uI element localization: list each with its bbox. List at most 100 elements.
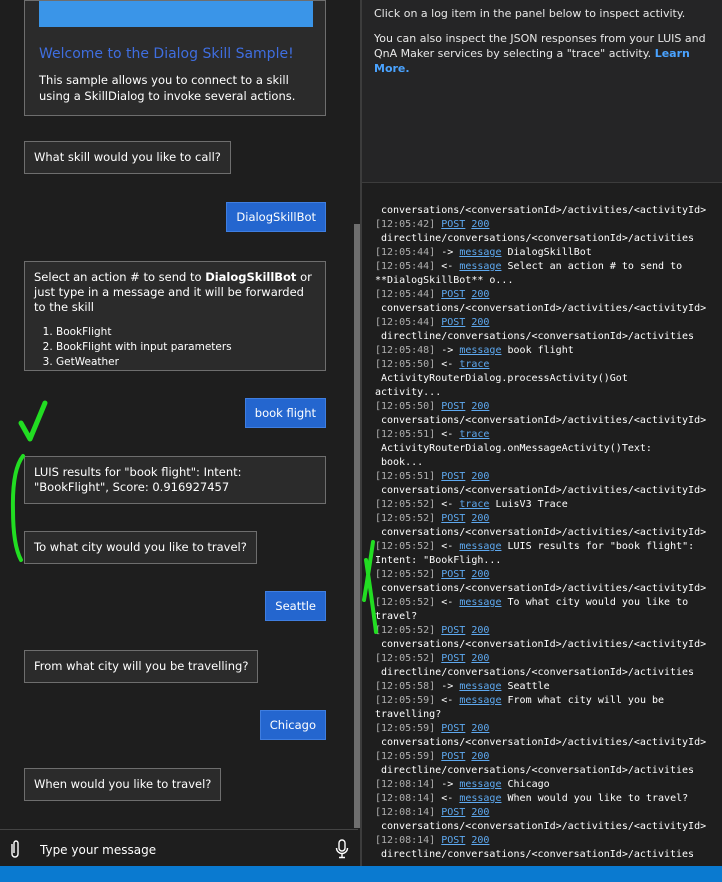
log-entry[interactable]: conversations/<conversationId>/activitie… [366,414,716,428]
log-entry[interactable]: [12:05:44] -> message DialogSkillBot [366,246,716,260]
action-item: BookFlight with input parameters [56,340,316,355]
log-entry[interactable]: conversations/<conversationId>/activitie… [366,820,716,834]
log-activity-link[interactable]: message [459,261,501,272]
log-entry[interactable]: [12:08:14] -> message Chicago [366,778,716,792]
log-activity-link[interactable]: POST [441,807,465,818]
log-entry[interactable]: conversations/<conversationId>/activitie… [366,484,716,498]
log-activity-link[interactable]: POST [441,751,465,762]
log-direction: <- [441,429,454,440]
log-timestamp: [12:05:44] [375,261,436,272]
log-continuation: directline/conversations/<conversationId… [381,667,695,678]
log-activity-link[interactable]: trace [459,429,489,440]
log-entry[interactable]: [12:08:14] POST 200 [366,834,716,848]
log-entry[interactable]: [12:05:51] POST 200 [366,470,716,484]
log-activity-link[interactable]: message [459,779,501,790]
log-entry[interactable]: activity... [366,386,716,400]
log-continuation: activity... [375,387,442,398]
message-input[interactable] [40,841,320,859]
log-entry[interactable]: [12:05:44] POST 200 [366,288,716,302]
log-timestamp: [12:05:50] [375,359,436,370]
log-entry[interactable]: directline/conversations/<conversationId… [366,764,716,778]
log-status-code: 200 [471,317,490,328]
log-entry[interactable]: [12:05:59] POST 200 [366,722,716,736]
log-entry[interactable]: [12:05:44] <- message Select an action #… [366,260,716,288]
log-entry[interactable]: [12:05:52] POST 200 [366,568,716,582]
bot-message-travel-to: To what city would you like to travel? [24,531,257,564]
bot-message-travel-from: From what city will you be travelling? [24,650,259,683]
log-entry[interactable]: conversations/<conversationId>/activitie… [366,526,716,540]
welcome-body: This sample allows you to connect to a s… [39,73,296,103]
log-entry[interactable]: [12:05:44] POST 200 [366,316,716,330]
log-entry[interactable]: conversations/<conversationId>/activitie… [366,204,716,218]
log-entry[interactable]: [12:05:52] POST 200 [366,624,716,638]
log-timestamp: [12:05:52] [375,597,436,608]
log-entry[interactable]: [12:05:50] POST 200 [366,400,716,414]
log-entry[interactable]: [12:05:50] <- trace [366,358,716,372]
message-composer [0,829,358,866]
log-activity-link[interactable]: trace [459,499,489,510]
log-direction: <- [441,597,454,608]
log-entry[interactable]: [12:05:52] <- message LUIS results for "… [366,540,716,568]
welcome-banner-image [39,1,313,27]
log-entry[interactable]: directline/conversations/<conversationId… [366,232,716,246]
chat-transcript: Welcome to the Dialog Skill Sample! This… [0,0,360,866]
log-entry[interactable]: [12:05:52] <- trace LuisV3 Trace [366,498,716,512]
log-direction: <- [441,359,454,370]
log-panel: conversations/<conversationId>/activitie… [366,204,716,866]
log-entry[interactable]: [12:05:59] POST 200 [366,750,716,764]
log-activity-link[interactable]: POST [441,317,465,328]
log-activity-link[interactable]: POST [441,653,465,664]
log-activity-link[interactable]: message [459,695,501,706]
action-prompt-bold: DialogSkillBot [205,270,297,284]
log-entry[interactable]: book... [366,456,716,470]
log-entry[interactable]: [12:08:14] <- message When would you lik… [366,792,716,806]
log-continuation: conversations/<conversationId>/activitie… [381,205,707,216]
log-entry[interactable]: [12:05:42] POST 200 [366,218,716,232]
log-activity-link[interactable]: trace [459,359,489,370]
log-entry[interactable]: directline/conversations/<conversationId… [366,330,716,344]
log-entry[interactable]: directline/conversations/<conversationId… [366,666,716,680]
log-entry[interactable]: [12:05:59] <- message From what city wil… [366,694,716,722]
log-entry[interactable]: conversations/<conversationId>/activitie… [366,302,716,316]
log-entry[interactable]: [12:05:52] POST 200 [366,512,716,526]
log-status-code: 200 [471,219,490,230]
log-activity-link[interactable]: POST [441,569,465,580]
log-activity-link[interactable]: POST [441,625,465,636]
log-continuation: conversations/<conversationId>/activitie… [381,303,707,314]
log-activity-link[interactable]: message [459,681,501,692]
log-activity-link[interactable]: message [459,541,501,552]
log-activity-link[interactable]: POST [441,835,465,846]
log-activity-link[interactable]: message [459,345,501,356]
log-activity-link[interactable]: POST [441,219,465,230]
log-timestamp: [12:05:59] [375,695,436,706]
welcome-card: Welcome to the Dialog Skill Sample! This… [24,0,326,116]
log-timestamp: [12:05:44] [375,247,436,258]
log-activity-link[interactable]: POST [441,723,465,734]
paperclip-icon[interactable] [8,839,22,859]
log-timestamp: [12:05:52] [375,499,436,510]
log-entry[interactable]: [12:05:48] -> message book flight [366,344,716,358]
log-entry[interactable]: conversations/<conversationId>/activitie… [366,736,716,750]
log-continuation: directline/conversations/<conversationId… [381,233,695,244]
log-activity-link[interactable]: message [459,247,501,258]
log-entry[interactable]: [12:05:51] <- trace [366,428,716,442]
log-activity-link[interactable]: POST [441,289,465,300]
log-activity-link[interactable]: message [459,597,501,608]
log-entry[interactable]: [12:05:52] <- message To what city would… [366,596,716,624]
log-continuation: conversations/<conversationId>/activitie… [381,737,707,748]
log-entry[interactable]: ActivityRouterDialog.onMessageActivity()… [366,442,716,456]
log-timestamp: [12:05:52] [375,653,436,664]
log-activity-link[interactable]: POST [441,471,465,482]
log-entry[interactable]: ActivityRouterDialog.processActivity()Go… [366,372,716,386]
log-entry[interactable]: directline/conversations/<conversationId… [366,848,716,862]
microphone-icon[interactable] [334,838,350,860]
log-entry[interactable]: conversations/<conversationId>/activitie… [366,582,716,596]
log-entry[interactable]: [12:05:58] -> message Seattle [366,680,716,694]
log-entry[interactable]: [12:05:52] POST 200 [366,652,716,666]
log-activity-link[interactable]: message [459,793,501,804]
log-entry[interactable]: [12:08:14] POST 200 [366,806,716,820]
log-activity-link[interactable]: POST [441,513,465,524]
log-activity-link[interactable]: POST [441,401,465,412]
log-timestamp: [12:05:52] [375,625,436,636]
log-entry[interactable]: conversations/<conversationId>/activitie… [366,638,716,652]
